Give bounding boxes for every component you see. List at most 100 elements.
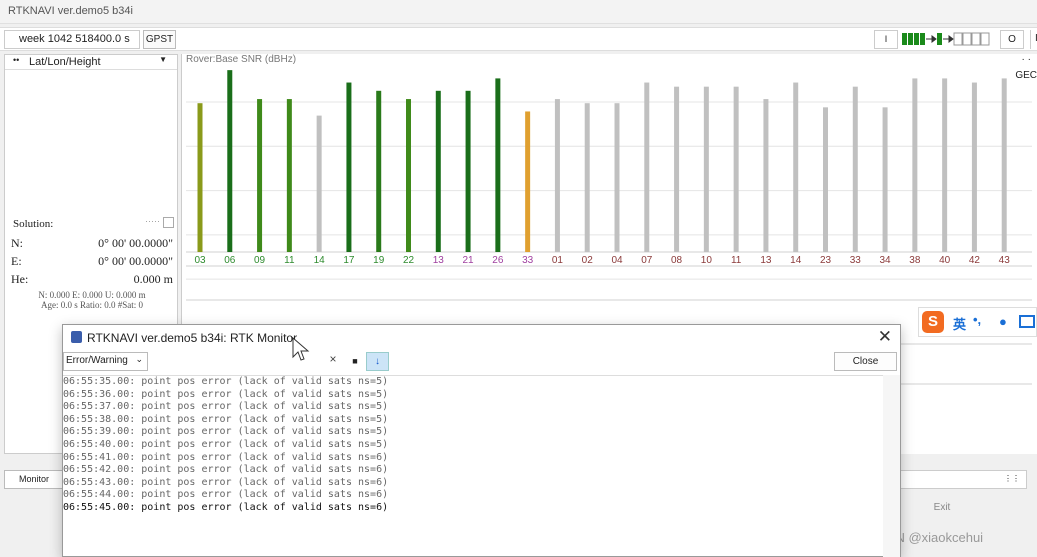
clear-button[interactable]: × <box>325 352 341 371</box>
dialog-toolbar: Error/Warning ⌄ × ■ ↓ Close <box>63 351 900 373</box>
height-value: 0.000 m <box>133 272 173 286</box>
longitude-key: E: <box>11 254 22 268</box>
ime-toolbar[interactable]: S 英 •, ● <box>918 307 1037 337</box>
satellite-label: 03 <box>194 255 206 266</box>
status-cell <box>971 32 981 46</box>
message-filter-select[interactable]: Error/Warning ⌄ <box>63 352 148 371</box>
satellite-label: 43 <box>999 255 1011 266</box>
snr-bar <box>495 78 501 253</box>
log-line: 06:55:44.00: point pos error (lack of va… <box>63 489 389 501</box>
info-button[interactable]: I <box>874 30 898 49</box>
latitude-key: N: <box>11 236 23 250</box>
edge-button[interactable]: I <box>1030 30 1037 49</box>
satellite-label: 42 <box>969 255 981 266</box>
right-bottom-field[interactable]: ⋮⋮ <box>900 470 1027 489</box>
satellite-label: 40 <box>939 255 951 266</box>
dialog-titlebar[interactable]: RTKNAVI ver.demo5 b34i: RTK Monitor ✕ <box>63 325 900 351</box>
status-cell <box>980 32 990 46</box>
microphone-icon[interactable]: ● <box>999 314 1007 329</box>
monitor-button[interactable]: Monitor <box>4 470 64 489</box>
log-line: 06:55:39.00: point pos error (lack of va… <box>63 426 389 438</box>
satellite-label: 04 <box>611 255 623 266</box>
satellite-label: 19 <box>373 255 385 266</box>
solution-status-box <box>163 217 174 228</box>
log-line: 06:55:38.00: point pos error (lack of va… <box>63 413 389 425</box>
snr-bar <box>406 99 411 252</box>
satellite-label: 21 <box>463 255 475 266</box>
satellite-label: 26 <box>492 255 504 266</box>
app-icon <box>71 331 82 343</box>
monitor-button-label: Monitor <box>19 474 50 484</box>
stream-status-indicator <box>902 32 990 46</box>
snr-bar <box>316 115 322 252</box>
stop-button[interactable]: ■ <box>347 352 363 371</box>
satellite-label: 11 <box>284 255 295 266</box>
log-line: 06:55:43.00: point pos error (lack of va… <box>63 476 389 488</box>
snr-bar <box>823 107 828 252</box>
log-view[interactable]: 06:55:35.00: point pos error (lack of va… <box>63 375 883 557</box>
ime-logo-icon[interactable]: S <box>922 311 944 333</box>
view-mode-label: Lat/Lon/Height <box>29 56 101 68</box>
exit-button[interactable]: Exit <box>900 496 984 520</box>
view-mode-select[interactable]: •• Lat/Lon/Height ▼ <box>5 55 177 70</box>
solution-label: Solution: <box>13 218 54 230</box>
longitude-value: 0° 00' 00.0000" <box>98 254 173 268</box>
time-system-button[interactable]: GPST <box>143 30 176 49</box>
age-line: Age: 0.0 s Ratio: 0.0 #Sat: 0 <box>41 300 143 310</box>
snr-bar <box>971 82 977 253</box>
snr-bar <box>882 107 888 252</box>
snr-bar <box>584 103 590 252</box>
dialog-title: RTKNAVI ver.demo5 b34i: RTK Monitor <box>87 331 298 345</box>
satellite-label: 10 <box>701 255 713 266</box>
status-cell <box>908 33 913 45</box>
log-line: 06:55:35.00: point pos error (lack of va… <box>63 376 389 387</box>
filter-value: Error/Warning <box>66 355 128 366</box>
satellite-label: 11 <box>731 255 742 266</box>
resize-grip-icon: ⋮⋮ <box>1004 474 1020 483</box>
satellite-label: 22 <box>403 255 415 266</box>
satellite-label: 23 <box>820 255 832 266</box>
snr-bar <box>733 86 739 252</box>
log-line: 06:55:42.00: point pos error (lack of va… <box>63 464 389 476</box>
satellite-label: 34 <box>880 255 892 266</box>
snr-bar <box>554 99 560 252</box>
log-line: 06:55:36.00: point pos error (lack of va… <box>63 388 389 400</box>
log-scrollbar[interactable] <box>883 375 900 557</box>
snr-bar <box>763 99 769 252</box>
toolbar: week 1042 518400.0 s GPST I O I <box>0 27 1037 51</box>
log-line: 06:55:37.00: point pos error (lack of va… <box>63 401 389 413</box>
snr-bar <box>852 86 858 252</box>
ime-punct-toggle[interactable]: •, <box>973 312 981 327</box>
snr-bar <box>644 82 650 253</box>
ime-mode-toggle[interactable]: 英 <box>953 314 966 333</box>
rtk-monitor-dialog: RTKNAVI ver.demo5 b34i: RTK Monitor ✕ Er… <box>62 324 901 557</box>
log-line: 06:55:40.00: point pos error (lack of va… <box>63 438 389 450</box>
satellite-label: 09 <box>254 255 266 266</box>
snr-bar <box>614 103 620 252</box>
options-button[interactable]: O <box>1000 30 1024 49</box>
satellite-label: 06 <box>224 255 236 266</box>
snr-bar <box>703 86 709 252</box>
snr-bar <box>286 99 292 252</box>
satellite-label: 13 <box>760 255 772 266</box>
scroll-down-button[interactable]: ↓ <box>366 352 389 371</box>
satellite-label: 14 <box>790 255 802 266</box>
satellite-label: 02 <box>582 255 594 266</box>
window-titlebar: RTKNAVI ver.demo5 b34i <box>0 0 1037 24</box>
status-cell <box>953 32 963 46</box>
solution-status-dots: ····· <box>145 216 160 226</box>
snr-bar <box>912 78 918 253</box>
snr-bar <box>257 99 263 252</box>
satellite-label: 38 <box>909 255 921 266</box>
snr-bar <box>674 86 680 252</box>
arrow-icon <box>926 35 937 43</box>
close-icon[interactable]: ✕ <box>878 327 892 347</box>
snr-bar <box>435 90 441 252</box>
status-cell <box>937 33 942 45</box>
satellite-label: 13 <box>433 255 445 266</box>
status-cell <box>914 33 919 45</box>
time-display: week 1042 518400.0 s <box>4 30 140 49</box>
keyboard-icon[interactable] <box>1019 315 1035 328</box>
satellite-label: 33 <box>850 255 862 266</box>
close-button[interactable]: Close <box>834 352 897 371</box>
